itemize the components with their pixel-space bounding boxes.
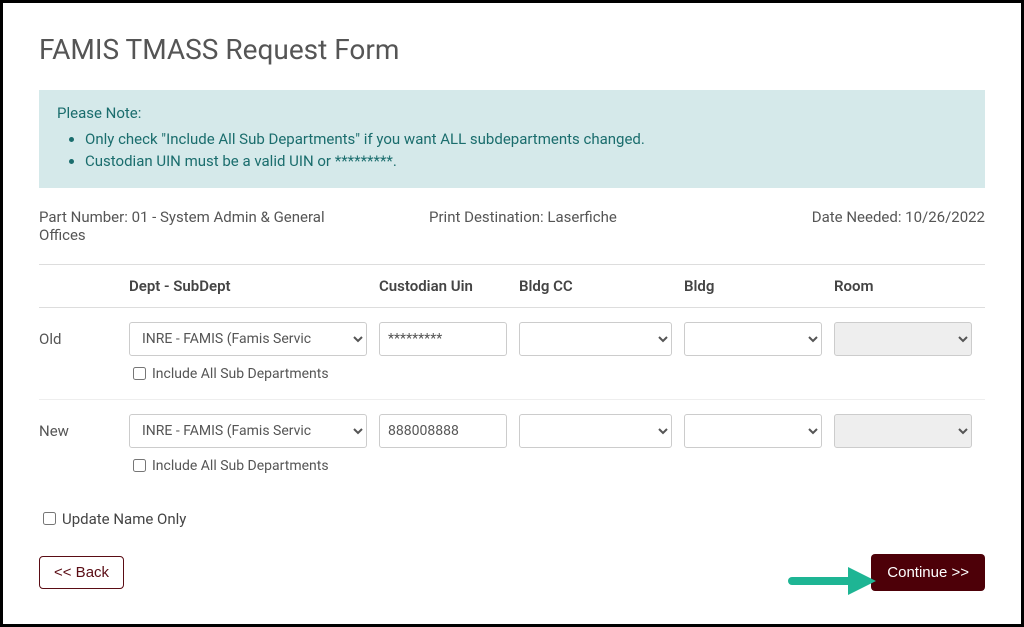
old-bldg-select[interactable] (684, 322, 822, 356)
print-destination: Print Destination: Laserfiche (429, 208, 765, 244)
update-only-wrap: Update Name Only (39, 509, 985, 528)
form-frame: FAMIS TMASS Request Form Please Note: On… (0, 0, 1024, 627)
old-uin-input[interactable] (379, 322, 507, 356)
col-uin: Custodian Uin (379, 277, 519, 295)
print-value: Laserfiche (547, 208, 616, 226)
row-new-label: New (39, 414, 129, 440)
note-heading: Please Note: (57, 104, 967, 122)
update-name-only-checkbox[interactable] (43, 512, 56, 525)
new-dept-select[interactable]: INRE - FAMIS (Famis Servic (129, 414, 367, 448)
grid: Dept - SubDept Custodian Uin Bldg CC Bld… (39, 264, 985, 491)
new-room-select[interactable] (834, 414, 972, 448)
page-title: FAMIS TMASS Request Form (39, 33, 985, 66)
row-old: Old INRE - FAMIS (Famis Servic Include A… (39, 308, 985, 400)
old-bldgcc-select[interactable] (519, 322, 672, 356)
row-new: New INRE - FAMIS (Famis Servic Include A… (39, 400, 985, 491)
col-dept: Dept - SubDept (129, 277, 379, 295)
new-include-label: Include All Sub Departments (152, 458, 329, 474)
old-include-label: Include All Sub Departments (152, 366, 329, 382)
button-row: << Back Continue >> (39, 554, 985, 591)
old-include-checkbox[interactable] (133, 367, 146, 380)
row-old-label: Old (39, 322, 129, 348)
note-item: Only check "Include All Sub Departments"… (85, 130, 967, 148)
old-room-select[interactable] (834, 322, 972, 356)
col-room: Room (834, 277, 984, 295)
col-bldg: Bldg (684, 277, 834, 295)
print-label: Print Destination: (429, 208, 547, 226)
old-dept-select[interactable]: INRE - FAMIS (Famis Servic (129, 322, 367, 356)
new-bldg-select[interactable] (684, 414, 822, 448)
new-bldgcc-select[interactable] (519, 414, 672, 448)
grid-header: Dept - SubDept Custodian Uin Bldg CC Bld… (39, 265, 985, 308)
back-button[interactable]: << Back (39, 556, 124, 589)
update-name-only-label: Update Name Only (62, 510, 186, 528)
new-include-checkbox[interactable] (133, 459, 146, 472)
date-value: 10/26/2022 (905, 208, 985, 226)
part-number: Part Number: 01 - System Admin & General… (39, 208, 369, 244)
old-include-wrap: Include All Sub Departments (129, 364, 367, 383)
note-box: Please Note: Only check "Include All Sub… (39, 90, 985, 188)
date-label: Date Needed: (812, 208, 905, 226)
note-item: Custodian UIN must be a valid UIN or ***… (85, 152, 967, 170)
new-uin-input[interactable] (379, 414, 507, 448)
info-row: Part Number: 01 - System Admin & General… (39, 208, 985, 244)
new-include-wrap: Include All Sub Departments (129, 456, 367, 475)
date-needed: Date Needed: 10/26/2022 (765, 208, 985, 244)
part-label: Part Number: (39, 208, 132, 226)
col-bldgcc: Bldg CC (519, 277, 684, 295)
continue-button[interactable]: Continue >> (871, 554, 985, 591)
